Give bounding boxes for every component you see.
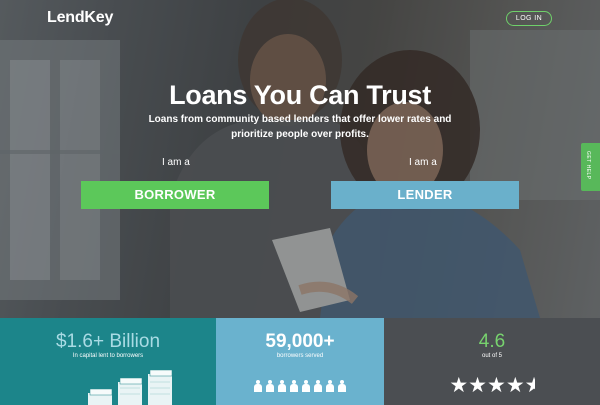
person-icon [254, 380, 262, 392]
borrower-prefix: I am a [162, 157, 190, 168]
star-half-icon: ★ [524, 373, 535, 397]
stats-bar: $1.6+ Billion In capital lent to borrowe… [0, 318, 600, 405]
stat-caption: borrowers served [276, 353, 324, 359]
stat-panel-rating: 4.6 out of 5 ★★★★★ [384, 318, 600, 405]
rating-stars: ★★★★★ [384, 373, 600, 397]
person-icon [290, 380, 298, 392]
people-icon-row [254, 380, 346, 392]
hero-subtitle: Loans from community based lenders that … [148, 114, 452, 140]
person-icon [314, 380, 322, 392]
person-icon [302, 380, 310, 392]
star-icon: ★ [505, 373, 525, 397]
stat-caption: out of 5 [481, 353, 502, 359]
stat-value: 4.6 [478, 331, 506, 352]
person-icon [326, 380, 334, 392]
star-icon: ★ [449, 373, 469, 397]
hero-overlay [0, 0, 600, 318]
get-help-label: GET HELP [585, 151, 591, 180]
lendkey-logo[interactable]: LendKey [47, 9, 113, 27]
hero-section: LendKey LOG IN Loans You Can Trust Loans… [0, 0, 600, 318]
stat-value: 59,000+ [265, 331, 335, 352]
stat-panel-capital: $1.6+ Billion In capital lent to borrowe… [0, 318, 216, 405]
stat-panel-borrowers: 59,000+ borrowers served [216, 318, 384, 405]
money-stack-icon [88, 369, 173, 405]
get-help-tab[interactable]: GET HELP [581, 143, 600, 191]
star-icon: ★ [468, 373, 487, 397]
hero-title: Loans You Can Trust [169, 80, 431, 110]
person-icon [338, 380, 346, 392]
lender-prefix: I am a [409, 157, 437, 168]
borrower-button[interactable]: BORROWER [81, 181, 269, 209]
login-button[interactable]: LOG IN [506, 11, 552, 26]
person-icon [278, 380, 286, 392]
star-icon: ★ [487, 373, 506, 397]
person-icon [266, 380, 274, 392]
lender-button[interactable]: LENDER [331, 181, 519, 209]
